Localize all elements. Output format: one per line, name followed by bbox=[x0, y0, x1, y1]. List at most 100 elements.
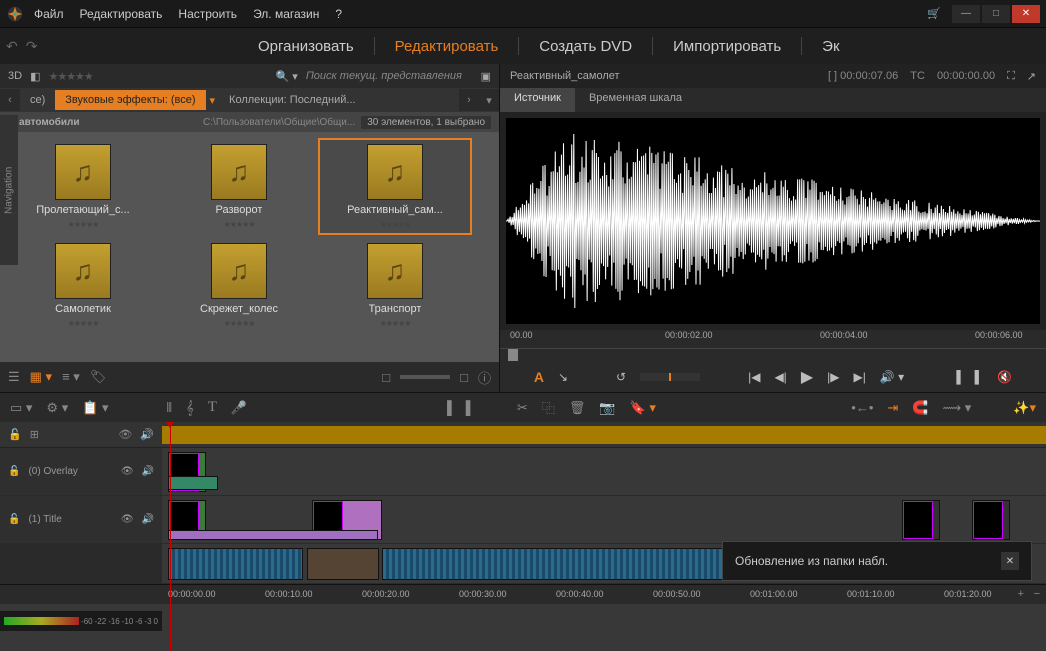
library-item[interactable]: ♫Самолетик★★★★★ bbox=[8, 239, 158, 332]
library-item[interactable]: ♫Реактивный_сам...★★★★★ bbox=[320, 140, 470, 233]
overview-strip[interactable] bbox=[162, 426, 1046, 444]
grid-view-icon[interactable]: ▦ ▾ bbox=[30, 369, 52, 385]
library-item[interactable]: ♫Скрежет_колес★★★★★ bbox=[164, 239, 314, 332]
tab-create-dvd[interactable]: Создать DVD bbox=[523, 32, 648, 61]
track-head-overlay[interactable]: 🔓 (0) Overlay 👁 🔊 bbox=[0, 448, 162, 495]
tab-import[interactable]: Импортировать bbox=[657, 32, 797, 61]
tl-gear-icon[interactable]: ⚙ ▾ bbox=[46, 400, 68, 416]
search-icon[interactable]: 🔍 ▾ bbox=[276, 70, 298, 83]
go-end-icon[interactable]: ▶| bbox=[853, 370, 865, 384]
navigation-sidebar[interactable]: Navigation bbox=[0, 115, 18, 265]
eye-icon[interactable]: 👁 bbox=[121, 514, 134, 525]
menu-setup[interactable]: Настроить bbox=[178, 7, 237, 21]
clip[interactable] bbox=[902, 500, 940, 540]
eye-icon[interactable]: 👁 bbox=[121, 466, 134, 477]
tree-view-icon[interactable]: ☰ bbox=[8, 369, 20, 385]
step-back-icon[interactable]: ◀| bbox=[774, 370, 786, 384]
cat-tab-all[interactable]: се) bbox=[20, 90, 55, 110]
cat-prev-button[interactable]: ‹ bbox=[0, 89, 20, 111]
mute-icon[interactable]: 🔇 bbox=[997, 370, 1012, 384]
tl-copy-icon[interactable]: ⿻ bbox=[542, 398, 555, 417]
undo-icon[interactable]: ↶ bbox=[6, 38, 18, 55]
lock-icon[interactable]: 🔓 bbox=[8, 514, 20, 525]
tl-insert-icon[interactable]: ⇥ bbox=[887, 400, 898, 416]
play-button[interactable]: ▶ bbox=[801, 367, 813, 387]
tc-value[interactable]: 00:00:00.00 bbox=[937, 70, 995, 82]
redo-icon[interactable]: ↷ bbox=[26, 38, 38, 55]
rating-filter[interactable]: ★★★★★ bbox=[48, 70, 92, 83]
speaker-icon[interactable]: 🔊 bbox=[140, 428, 154, 441]
tl-snapshot-icon[interactable]: 📷 bbox=[599, 400, 615, 416]
lock-icon[interactable]: 🔓 bbox=[8, 466, 20, 477]
storyboard-icon[interactable]: ⊞ bbox=[30, 428, 39, 441]
tl-magnet-icon[interactable]: 🧲 bbox=[912, 400, 928, 416]
tl-trim-icon[interactable]: ⟿ ▾ bbox=[943, 400, 972, 416]
scrub-bar[interactable] bbox=[500, 348, 1046, 362]
preview-tab-source[interactable]: Источник bbox=[500, 88, 575, 112]
menu-file[interactable]: Файл bbox=[34, 7, 64, 21]
minimize-button[interactable]: — bbox=[952, 5, 980, 23]
tl-clipboard-icon[interactable]: 📋 ▾ bbox=[82, 400, 108, 416]
clip[interactable] bbox=[168, 530, 378, 540]
close-button[interactable]: ✕ bbox=[1012, 5, 1040, 23]
loop-icon[interactable]: ↺ bbox=[616, 370, 626, 384]
tl-fx-icon[interactable]: ✨▾ bbox=[1013, 400, 1036, 416]
loop-range-icon[interactable]: ↘ bbox=[558, 370, 568, 384]
tl-view-icon[interactable]: ▭ ▾ bbox=[10, 400, 32, 416]
thumb-small-icon[interactable]: □ bbox=[382, 370, 390, 385]
tl-cut-icon[interactable]: ✂ bbox=[517, 400, 528, 416]
tl-trash-icon[interactable]: 🗑 bbox=[569, 400, 586, 416]
preview-tab-timeline[interactable]: Временная шкала bbox=[575, 88, 696, 112]
tl-audio-mixer-icon[interactable]: ⫴ bbox=[167, 400, 172, 416]
timeline-ruler[interactable]: − + 00:00:00.0000:00:10.0000:00:20.0000:… bbox=[0, 584, 1046, 604]
speaker-icon[interactable]: 🔊 bbox=[142, 514, 154, 525]
tl-split-icon[interactable]: ▌ bbox=[466, 400, 475, 415]
cat-dropdown-icon[interactable]: ▾ bbox=[206, 94, 220, 107]
mode-3d-label[interactable]: 3D bbox=[8, 70, 22, 82]
clip[interactable] bbox=[382, 548, 772, 580]
cat-tab-collections[interactable]: Коллекции: Последний... bbox=[219, 90, 366, 110]
filter-icon[interactable]: ▣ bbox=[481, 70, 491, 83]
clip[interactable] bbox=[168, 476, 218, 490]
step-fwd-icon[interactable]: |▶ bbox=[827, 370, 839, 384]
speaker-icon[interactable]: 🔊 bbox=[142, 466, 154, 477]
go-start-icon[interactable]: |◀ bbox=[748, 370, 760, 384]
eye-icon[interactable]: 👁 bbox=[118, 428, 132, 441]
speed-slider[interactable] bbox=[640, 373, 700, 381]
playhead[interactable] bbox=[170, 422, 171, 651]
zoom-out-icon[interactable]: − bbox=[1034, 588, 1040, 600]
list-menu-icon[interactable]: ≡ ▾ bbox=[62, 369, 80, 385]
thumb-size-slider[interactable] bbox=[400, 375, 450, 379]
tl-title-icon[interactable]: T bbox=[208, 399, 217, 416]
help-icon[interactable]: ? bbox=[335, 7, 342, 21]
tab-edit[interactable]: Редактировать bbox=[379, 32, 515, 61]
tab-export[interactable]: Эк bbox=[806, 32, 855, 61]
waveform-display[interactable] bbox=[506, 118, 1040, 324]
mark-out-icon[interactable]: ▌ bbox=[975, 370, 984, 384]
thumb-large-icon[interactable]: □ bbox=[460, 370, 468, 385]
cart-icon[interactable]: 🛒 bbox=[922, 5, 946, 23]
popout-icon[interactable]: ↗ bbox=[1027, 70, 1036, 83]
cat-next-button[interactable]: › bbox=[459, 89, 479, 111]
library-item[interactable]: ♫Пролетающий_с...★★★★★ bbox=[8, 140, 158, 233]
search-input[interactable]: Поиск текущ. представления bbox=[306, 70, 473, 82]
library-item[interactable]: ♫Транспорт★★★★★ bbox=[320, 239, 470, 332]
expand-icon[interactable]: ⛶ bbox=[1007, 70, 1015, 83]
preview-ruler[interactable]: 00.0000:00:02.0000:00:04.0000:00:06.00 bbox=[500, 330, 1046, 348]
maximize-button[interactable]: □ bbox=[982, 5, 1010, 23]
library-item[interactable]: ♫Разворот★★★★★ bbox=[164, 140, 314, 233]
tag-icon[interactable]: 🏷 bbox=[90, 369, 107, 385]
tab-organize[interactable]: Организовать bbox=[242, 32, 370, 61]
mark-in-icon[interactable]: ▐ bbox=[952, 370, 961, 384]
clip[interactable] bbox=[972, 500, 1010, 540]
volume-icon[interactable]: 🔊 ▾ bbox=[880, 370, 904, 384]
lock-icon[interactable]: 🔓 bbox=[8, 428, 22, 441]
playback-mode[interactable]: A bbox=[534, 369, 544, 385]
scrub-thumb[interactable] bbox=[508, 349, 518, 361]
toast-close-button[interactable]: ✕ bbox=[1001, 552, 1019, 570]
stereo-icon[interactable]: ◧ bbox=[30, 70, 40, 83]
zoom-in-icon[interactable]: + bbox=[1018, 588, 1024, 600]
tl-link-icon[interactable]: •←• bbox=[851, 400, 873, 415]
info-icon[interactable]: ⓘ bbox=[478, 368, 491, 387]
tl-marker-icon[interactable]: 🔖 ▾ bbox=[630, 400, 656, 416]
